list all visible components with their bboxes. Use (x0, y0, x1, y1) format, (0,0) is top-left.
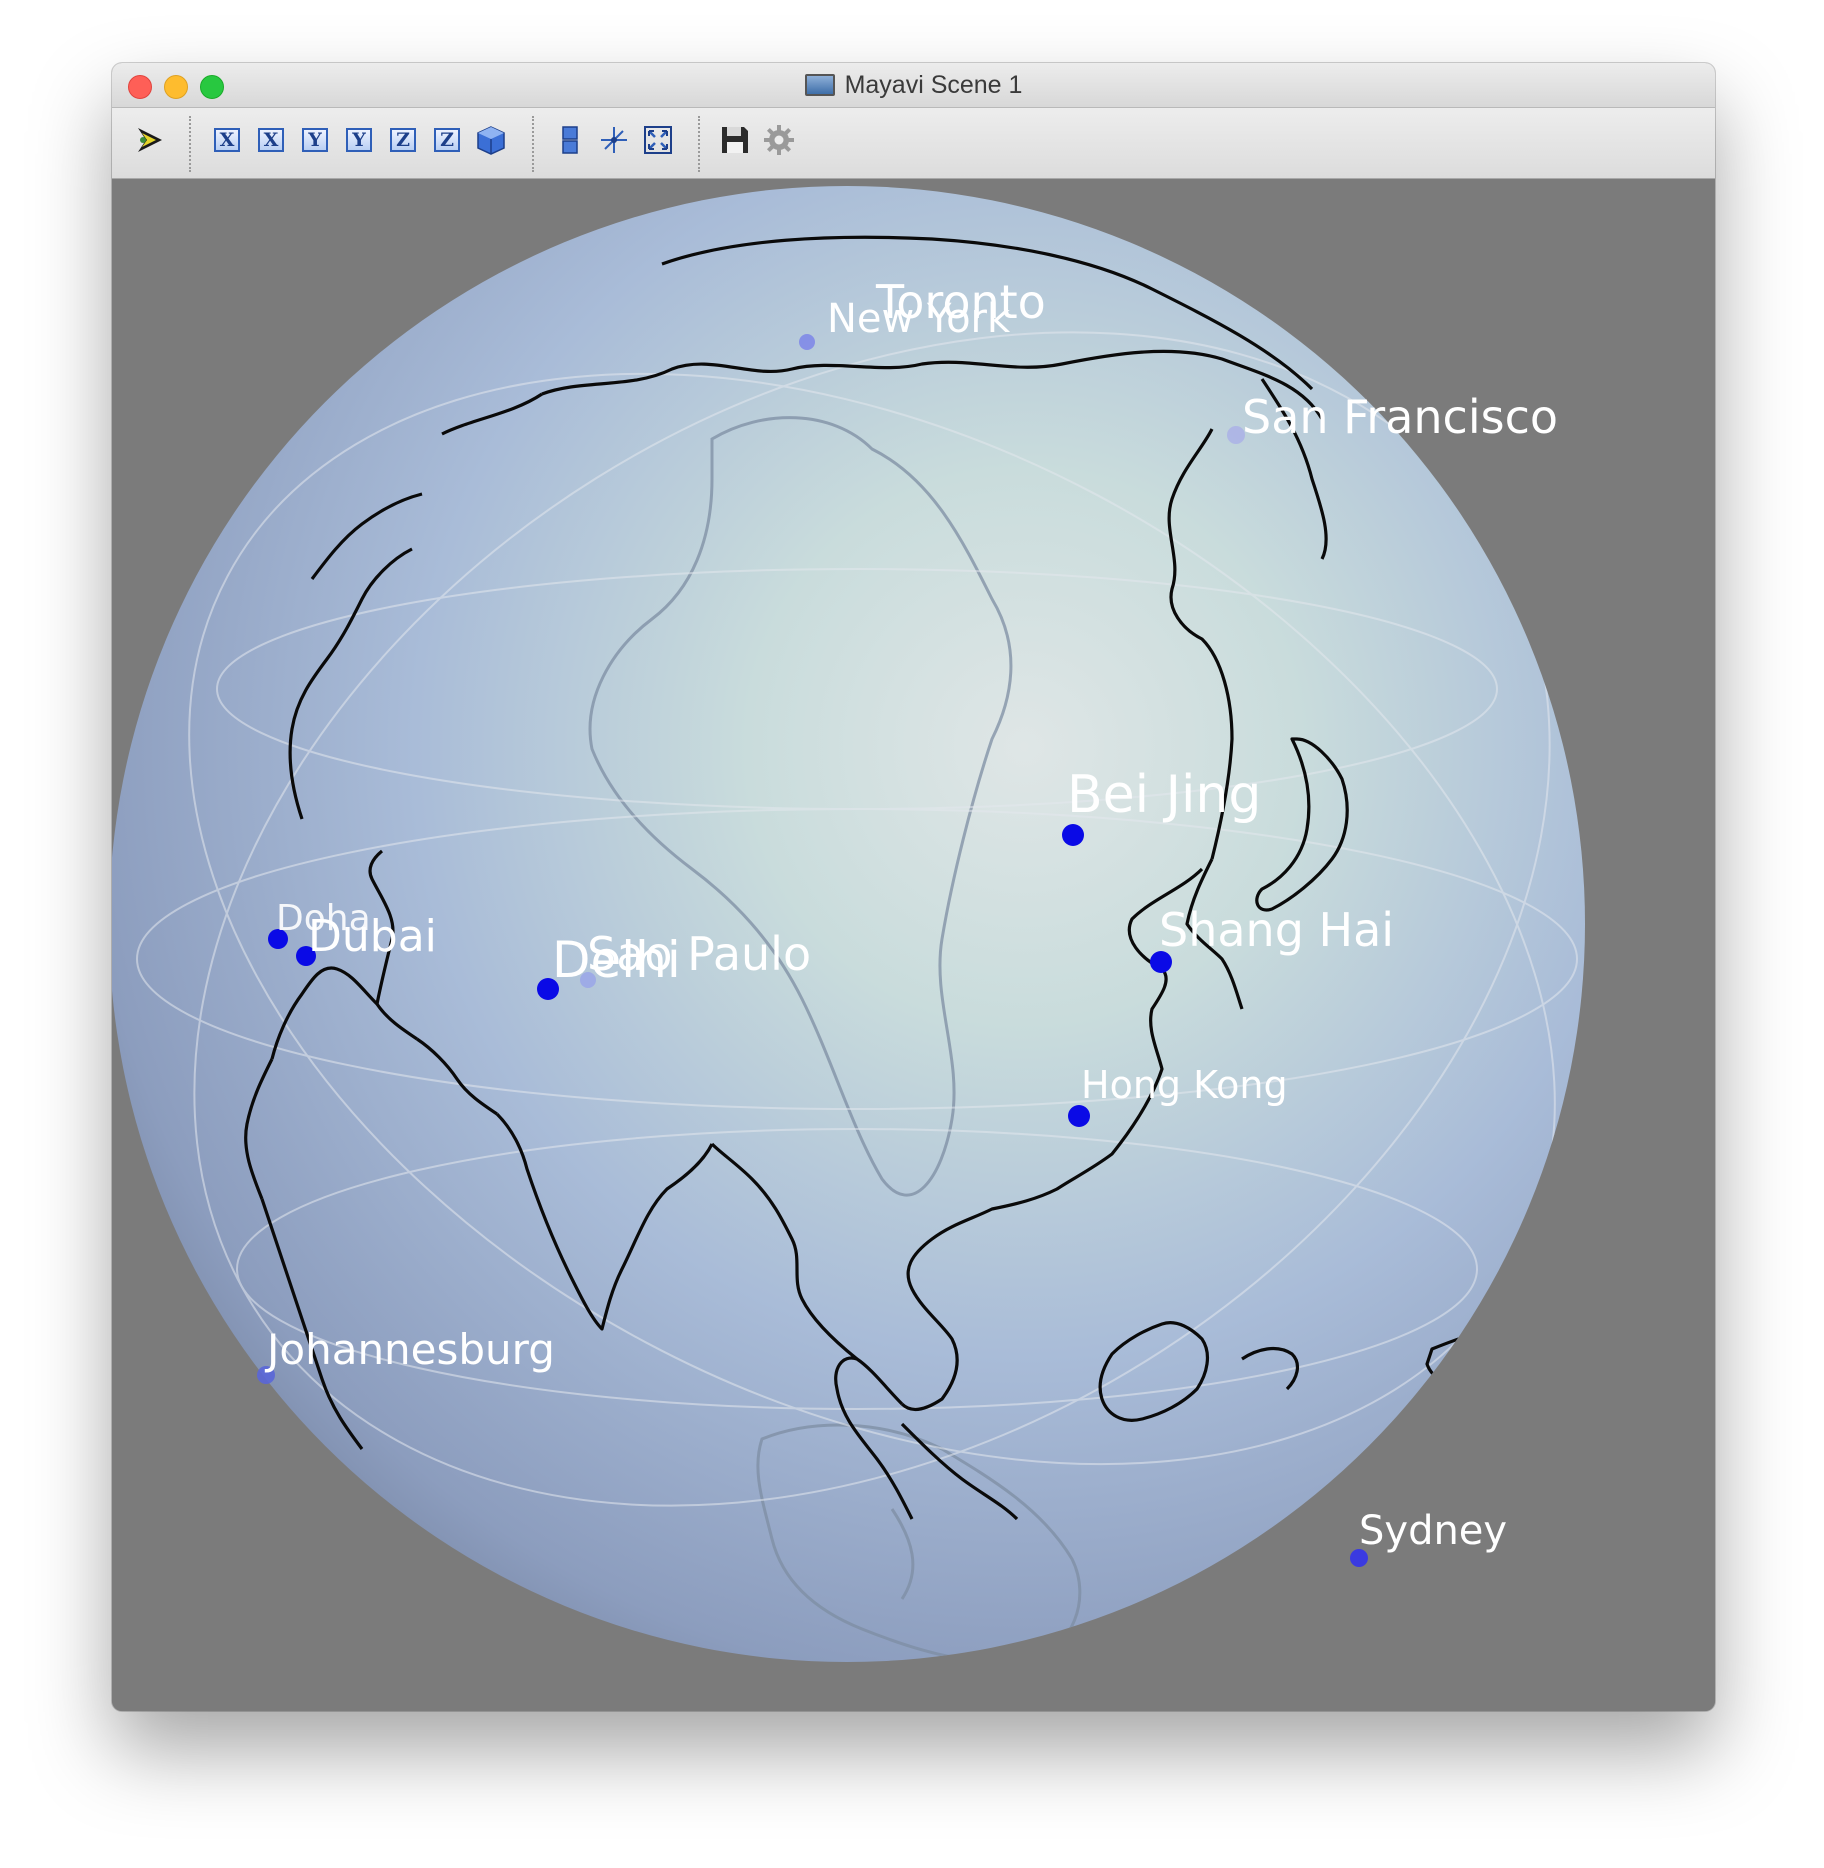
z-axis-icon: Z (390, 128, 416, 152)
view-z-pos-button[interactable]: Z (387, 124, 419, 156)
window-title-text: Mayavi Scene 1 (844, 70, 1023, 99)
axes-indicator-icon[interactable] (598, 124, 630, 156)
view-y-neg-button[interactable]: Y (343, 124, 375, 156)
city-label-hong-kong: Hong Kong (1081, 1063, 1288, 1107)
toolbar-separator (189, 116, 191, 172)
z-axis-icon: Z (434, 128, 460, 152)
city-label-dubai: Dubai (308, 911, 437, 962)
scene-window-icon (804, 74, 835, 96)
save-icon[interactable] (719, 124, 751, 156)
city-label-johannesburg: Johannesburg (267, 1325, 555, 1374)
title-bar[interactable]: Mayavi Scene 1 (112, 63, 1715, 108)
toolbar-separator (532, 116, 534, 172)
parallel-projection-icon[interactable] (554, 124, 586, 156)
city-marker-hong-kong[interactable] (1068, 1105, 1090, 1127)
city-marker-new-york[interactable] (799, 334, 815, 350)
window-title: Mayavi Scene 1 (112, 63, 1715, 107)
city-label-bei-jing: Bei Jing (1067, 765, 1262, 825)
isometric-view-icon[interactable] (475, 124, 507, 156)
3d-scene-viewport[interactable]: Toronto New York San Francisco Bei Jing … (112, 179, 1715, 1711)
city-label-shang-hai: Shang Hai (1159, 903, 1395, 957)
x-axis-icon: X (214, 128, 240, 152)
mayavi-pipeline-icon[interactable] (134, 124, 166, 156)
view-x-pos-button[interactable]: X (211, 124, 243, 156)
y-axis-icon: Y (346, 128, 372, 152)
city-label-new-york: New York (827, 296, 1011, 342)
y-axis-icon: Y (302, 128, 328, 152)
view-x-neg-button[interactable]: X (255, 124, 287, 156)
configure-gear-icon[interactable] (763, 124, 795, 156)
scene-toolbar: X X Y Y Z Z (112, 108, 1715, 179)
city-label-sao-paulo: Sao Paulo (587, 927, 812, 981)
mayavi-window: Mayavi Scene 1 X X Y Y Z Z Toronto New Y… (112, 63, 1715, 1711)
city-marker-bei-jing[interactable] (1062, 824, 1084, 846)
view-y-pos-button[interactable]: Y (299, 124, 331, 156)
view-z-neg-button[interactable]: Z (431, 124, 463, 156)
toolbar-separator (698, 116, 700, 172)
x-axis-icon: X (258, 128, 284, 152)
city-label-sydney: Sydney (1359, 1508, 1508, 1554)
full-screen-icon[interactable] (642, 124, 674, 156)
city-label-san-francisco: San Francisco (1242, 390, 1559, 444)
